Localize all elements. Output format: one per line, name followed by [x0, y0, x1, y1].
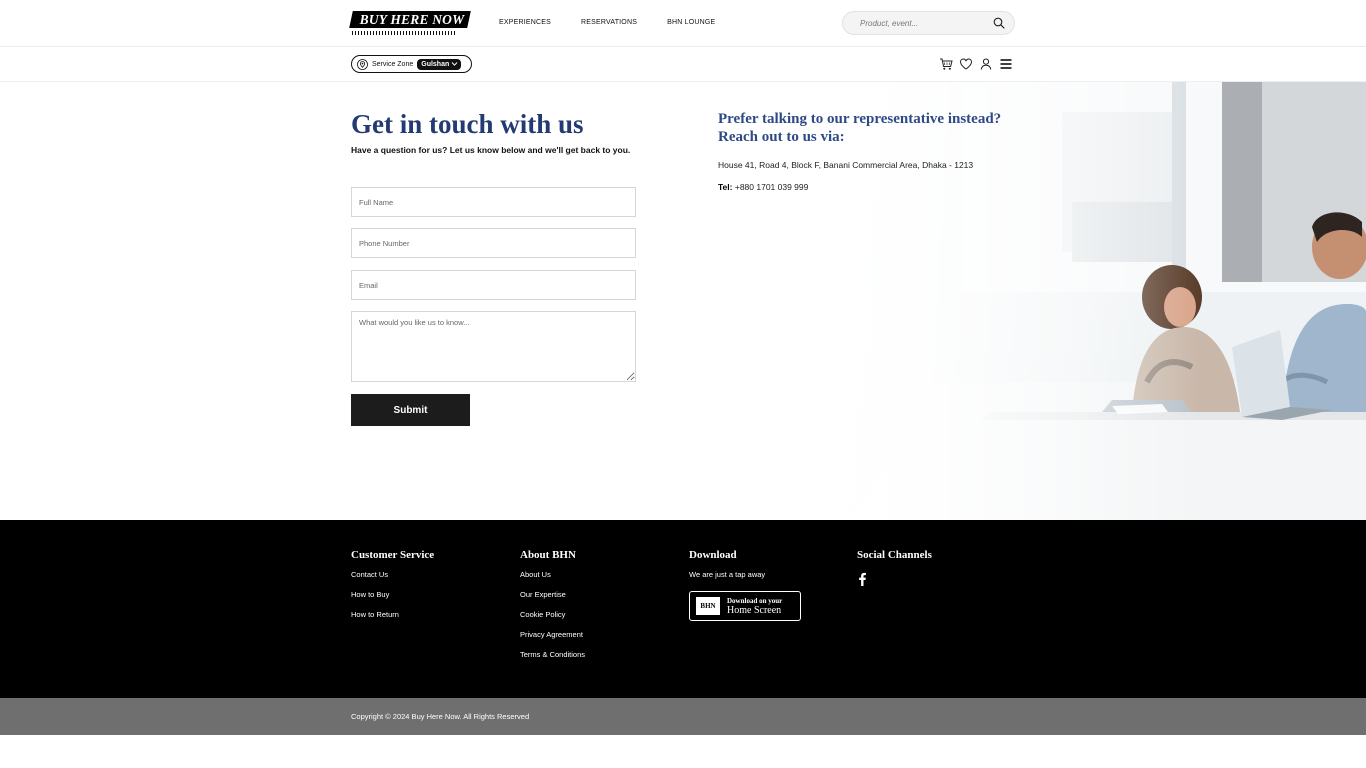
footer: Customer Service Contact Us How to Buy H… [0, 520, 1366, 698]
cart-icon[interactable] [939, 57, 953, 71]
service-zone-label: Service Zone [372, 60, 414, 68]
chevron-down-icon [451, 62, 458, 66]
email-field[interactable] [351, 270, 636, 300]
download-home-screen-button[interactable]: BHN Download on your Home Screen [689, 591, 801, 621]
phone-number-field[interactable] [351, 228, 636, 258]
representative-heading: Prefer talking to our representative ins… [718, 111, 1002, 145]
footer-link-contact-us[interactable]: Contact Us [351, 570, 434, 579]
sub-header: Service Zone Gulshan [0, 47, 1366, 82]
telephone: Tel: +880 1701 039 999 [718, 182, 808, 192]
office-address: House 41, Road 4, Block F, Banani Commer… [718, 160, 974, 170]
nav-bhn-lounge[interactable]: BHN LOUNGE [667, 19, 715, 26]
user-actions [939, 57, 1019, 71]
submit-button[interactable]: Submit [351, 394, 470, 426]
footer-link-how-to-buy[interactable]: How to Buy [351, 590, 434, 599]
footer-heading-social: Social Channels [857, 549, 932, 561]
download-button-large: Home Screen [727, 605, 782, 616]
service-zone-value[interactable]: Gulshan [417, 58, 462, 70]
footer-link-privacy-agreement[interactable]: Privacy Agreement [520, 630, 585, 639]
footer-heading-about: About BHN [520, 549, 576, 561]
footer-about: About BHN About Us Our Expertise Cookie … [520, 549, 585, 670]
footer-social: Social Channels [857, 549, 932, 591]
footer-link-our-expertise[interactable]: Our Expertise [520, 590, 585, 599]
footer-heading-customer-service: Customer Service [351, 549, 435, 561]
full-name-field[interactable] [351, 187, 636, 217]
logo-text: BUY HERE NOW [359, 12, 465, 27]
search-bar [842, 11, 1015, 35]
facebook-icon[interactable] [857, 572, 867, 586]
bhn-badge: BHN [696, 597, 720, 615]
footer-customer-service: Customer Service Contact Us How to Buy H… [351, 549, 434, 630]
zone-value-text: Gulshan [421, 60, 450, 68]
service-zone-selector[interactable]: Service Zone Gulshan [351, 55, 472, 73]
copyright-bar: Copyright © 2024 Buy Here Now. All Right… [0, 698, 1366, 735]
footer-heading-download: Download [689, 549, 737, 561]
nav-reservations[interactable]: RESERVATIONS [581, 19, 637, 26]
search-icon[interactable] [993, 17, 1005, 29]
logo-barcode [352, 31, 455, 35]
nav-experiences[interactable]: EXPERIENCES [499, 19, 551, 26]
office-hero-image [812, 82, 1366, 520]
menu-icon[interactable] [999, 57, 1013, 71]
footer-download: Download We are just a tap away BHN Down… [689, 549, 801, 621]
location-pin-icon [357, 58, 368, 70]
footer-link-how-to-return[interactable]: How to Return [351, 610, 434, 619]
page-subtitle: Have a question for us? Let us know belo… [351, 145, 631, 155]
message-field[interactable] [351, 311, 636, 382]
footer-link-terms[interactable]: Terms & Conditions [520, 650, 585, 659]
hero-fade-overlay [812, 82, 1366, 520]
heart-icon[interactable] [959, 57, 973, 71]
copyright-text: Copyright © 2024 Buy Here Now. All Right… [351, 712, 530, 721]
footer-link-about-us[interactable]: About Us [520, 570, 585, 579]
top-header: BUY HERE NOW EXPERIENCES RESERVATIONS BH… [0, 0, 1366, 47]
logo[interactable]: BUY HERE NOW [349, 11, 471, 37]
tel-number[interactable]: +880 1701 039 999 [735, 182, 809, 192]
user-icon[interactable] [979, 57, 993, 71]
page-title: Get in touch with us [351, 109, 584, 139]
tel-label: Tel: [718, 182, 733, 192]
main-nav: EXPERIENCES RESERVATIONS BHN LOUNGE [499, 19, 715, 26]
search-input[interactable] [860, 17, 990, 30]
download-tagline: We are just a tap away [689, 570, 766, 579]
download-button-text: Download on your Home Screen [727, 596, 782, 616]
footer-link-cookie-policy[interactable]: Cookie Policy [520, 610, 585, 619]
